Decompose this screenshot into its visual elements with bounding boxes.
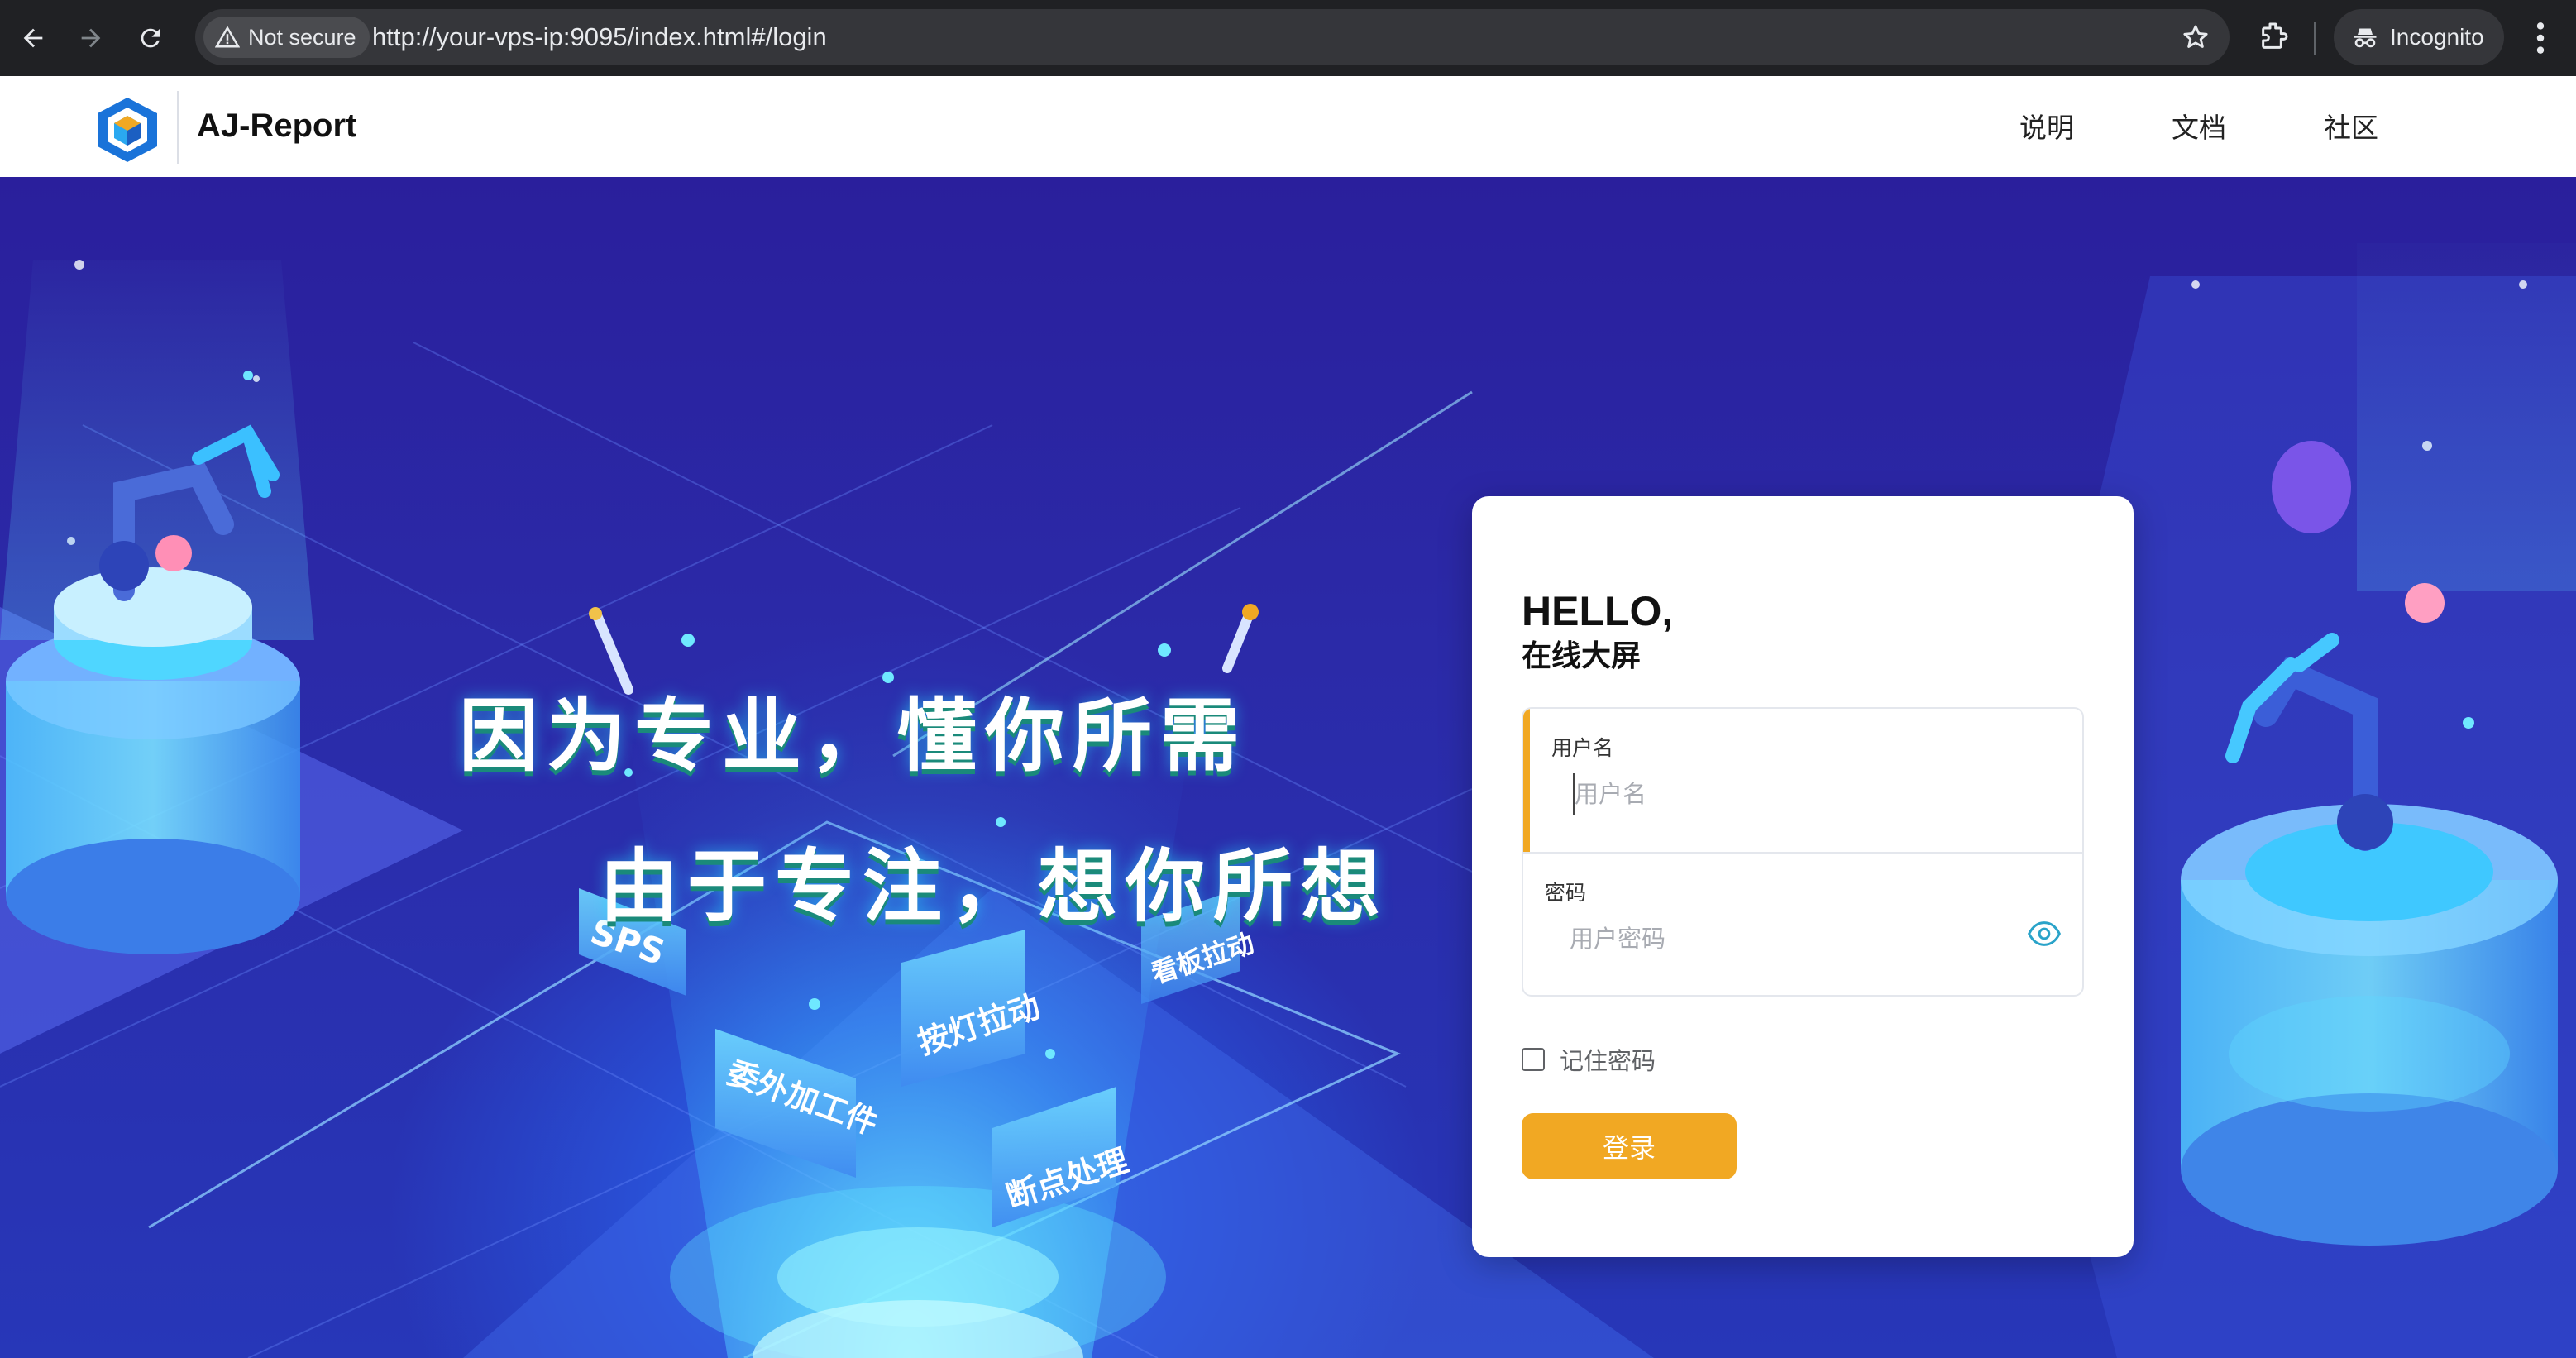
arrow-left-icon [23, 28, 43, 48]
forward-button[interactable] [66, 13, 116, 63]
incognito-label: Incognito [2390, 24, 2484, 50]
extensions-icon[interactable] [2258, 20, 2291, 53]
toolbar-divider [2314, 22, 2316, 55]
password-field[interactable]: 密码 [1523, 852, 2082, 995]
app-title[interactable]: AJ-Report [197, 108, 356, 145]
browser-toolbar: Not secure http://your-vps-ip:9095/index… [0, 0, 2576, 76]
address-bar[interactable]: Not secure http://your-vps-ip:9095/index… [195, 9, 2230, 65]
nav-link-docs-intro[interactable]: 说明 [2019, 106, 2074, 146]
security-chip[interactable]: Not secure [203, 17, 370, 58]
login-button[interactable]: 登录 [1522, 1113, 1737, 1179]
nav-link-documents[interactable]: 文档 [2172, 106, 2226, 146]
password-input[interactable] [1570, 918, 2033, 959]
reload-button[interactable] [126, 13, 175, 63]
security-label: Not secure [248, 24, 356, 50]
warning-icon [215, 26, 240, 48]
login-card: HELLO, 在线大屏 用户名 密码 记住密码 登录 [1472, 496, 2134, 1257]
nav-link-community[interactable]: 社区 [2324, 106, 2378, 146]
hero-banner: SPS 按灯拉动 看板拉动 委外加工件 断点处理 因为专业，懂你所需 由于专注，… [0, 177, 2576, 1358]
app-header: AJ-Report 说明 文档 社区 [0, 76, 2576, 177]
reload-icon [141, 28, 160, 48]
remember-password[interactable]: 记住密码 [1522, 1042, 1656, 1077]
greeting-title: HELLO, [1522, 588, 1674, 634]
incognito-badge[interactable]: Incognito [2334, 9, 2504, 65]
incognito-icon [2354, 28, 2377, 48]
password-label: 密码 [1545, 881, 1587, 905]
remember-label: 记住密码 [1560, 1047, 1656, 1075]
username-field[interactable]: 用户名 [1523, 709, 2082, 852]
username-label: 用户名 [1551, 736, 1614, 760]
isometric-illustration: SPS 按灯拉动 看板拉动 委外加工件 断点处理 [0, 243, 2576, 1358]
credentials-group: 用户名 密码 [1522, 707, 2084, 997]
aj-report-logo-icon[interactable] [96, 96, 159, 164]
slogan-line-1: 因为专业，懂你所需 [459, 690, 1248, 782]
remember-checkbox[interactable] [1522, 1048, 1545, 1071]
url-text[interactable]: http://your-vps-ip:9095/index.html#/logi… [372, 9, 827, 65]
bookmark-star-icon[interactable] [2182, 23, 2210, 51]
more-menu-icon[interactable] [2524, 17, 2557, 60]
username-input[interactable] [1573, 773, 2036, 815]
slogan-line-2: 由于专注，想你所想 [600, 840, 1388, 933]
greeting-subtitle: 在线大屏 [1522, 639, 1642, 673]
show-password-eye-icon[interactable] [2028, 920, 2061, 948]
arrow-right-icon [81, 28, 101, 48]
back-button[interactable] [8, 13, 58, 63]
logo-divider [177, 91, 179, 164]
